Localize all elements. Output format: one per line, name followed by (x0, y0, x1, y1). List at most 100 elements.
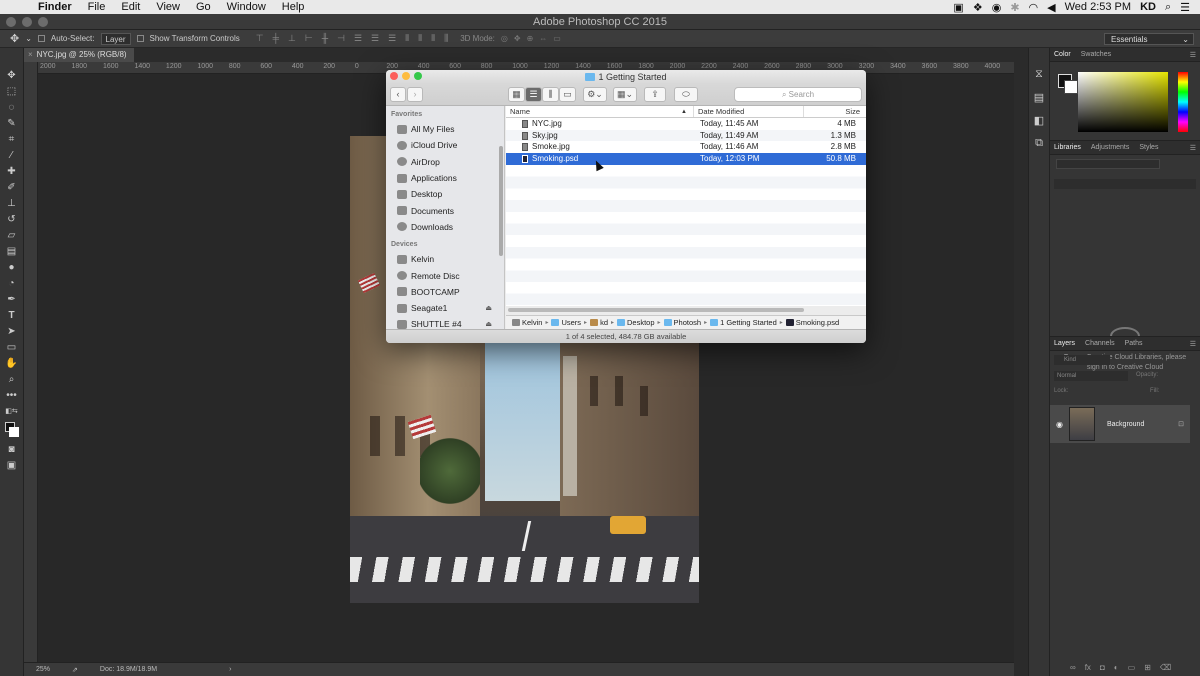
tags-button[interactable]: ⬭ (674, 87, 698, 102)
eject-icon[interactable]: ⏏ (485, 320, 492, 328)
pen-tool-icon[interactable]: ✒ (4, 294, 20, 306)
finder-search-field[interactable]: ⌕ Search (734, 87, 862, 102)
auto-select-checkbox[interactable] (37, 35, 45, 42)
close-tab-icon[interactable]: × (28, 50, 33, 59)
sidebar-item-all-my-files[interactable]: All My Files (386, 121, 504, 137)
finder-close-button[interactable] (390, 72, 398, 80)
move-tool-icon[interactable]: ✥ (4, 70, 20, 82)
gradient-tool-icon[interactable]: ▤ (4, 246, 20, 258)
status-menu-chevron-icon[interactable]: › (229, 666, 231, 673)
align-bottom-icon[interactable]: ⊥ (288, 33, 296, 44)
default-colors-icon[interactable]: ◧⇆ (4, 406, 20, 418)
align-right-icon[interactable]: ⊣ (337, 33, 345, 44)
sidebar-item-airdrop[interactable]: AirDrop (386, 154, 504, 170)
layer-background-row[interactable]: ◉ Background ⊡ (1050, 405, 1190, 443)
path-item-getting-started[interactable]: 1 Getting Started (710, 318, 777, 327)
column-header-date[interactable]: Date Modified (694, 106, 804, 117)
type-tool-icon[interactable]: T (4, 310, 20, 322)
menu-finder[interactable]: Finder (30, 0, 80, 14)
tab-styles[interactable]: Styles (1139, 144, 1158, 151)
layer-filter-kind[interactable]: Kind (1054, 355, 1110, 365)
adjustment-layer-icon[interactable]: ◐ (1114, 663, 1119, 672)
panel-menu-icon[interactable]: ☰ (1190, 340, 1200, 348)
sidebar-item-kelvin[interactable]: Kelvin (386, 251, 504, 267)
show-transform-checkbox[interactable] (136, 35, 144, 42)
file-list-horizontal-scrollbar[interactable] (508, 308, 804, 312)
menu-edit[interactable]: Edit (113, 0, 148, 14)
properties-panel-icon[interactable]: ▤ (1034, 91, 1044, 104)
auto-align-icon[interactable]: ⫼ (444, 33, 448, 44)
tab-channels[interactable]: Channels (1085, 340, 1115, 347)
menu-window[interactable]: Window (219, 0, 274, 14)
volume-icon[interactable]: ◀ (1047, 1, 1055, 14)
panel-menu-icon[interactable]: ☰ (1190, 51, 1200, 59)
action-gear-button[interactable]: ⚙⌄ (583, 87, 607, 102)
blend-mode-dropdown[interactable]: Normal (1054, 371, 1128, 381)
tool-preset-dropdown[interactable]: ⌄ (25, 34, 32, 43)
dropbox-icon[interactable]: ❖ (973, 1, 983, 14)
arrange-button[interactable]: ▦⌄ (613, 87, 637, 102)
background-color-swatch[interactable] (1064, 80, 1078, 94)
zoom-tool-icon[interactable]: ⌕ (4, 374, 20, 386)
align-top-icon[interactable]: ⊤ (256, 33, 264, 44)
sidebar-item-icloud-drive[interactable]: iCloud Drive (386, 137, 504, 153)
dodge-tool-icon[interactable]: ◔ (4, 278, 20, 290)
wifi-icon[interactable]: ◠ (1029, 1, 1039, 14)
hand-tool-icon[interactable]: ✋ (4, 358, 20, 370)
hue-slider[interactable] (1178, 72, 1188, 132)
bluetooth-icon[interactable]: ✱ (1010, 1, 1019, 14)
layer-name[interactable]: Background (1107, 421, 1144, 428)
sidebar-item-shuttle-4[interactable]: SHUTTLE #4 ⏏ (386, 316, 504, 329)
menu-file[interactable]: File (80, 0, 114, 14)
auto-select-target-dropdown[interactable]: Layer (100, 32, 131, 45)
link-layers-icon[interactable]: ∞ (1070, 663, 1076, 672)
path-item-users[interactable]: Users (551, 318, 581, 327)
file-row[interactable]: Smoke.jpg Today, 11:46 AM 2.8 MB (506, 141, 866, 153)
column-view-button[interactable]: ⫼ (542, 87, 559, 102)
file-row[interactable]: Sky.jpg Today, 11:49 AM 1.3 MB (506, 129, 866, 142)
creative-cloud-icon[interactable]: ◉ (992, 1, 1002, 14)
sidebar-item-documents[interactable]: Documents (386, 202, 504, 218)
tab-libraries[interactable]: Libraries (1054, 144, 1081, 151)
empty-list-area[interactable] (506, 164, 866, 305)
sidebar-item-remote-disc[interactable]: Remote Disc (386, 267, 504, 283)
color-picker-field[interactable] (1078, 72, 1168, 132)
menubar-clock[interactable]: Wed 2:53 PM (1065, 1, 1131, 13)
eraser-tool-icon[interactable]: ▱ (4, 230, 20, 242)
panel-menu-icon[interactable]: ☰ (1190, 144, 1200, 152)
blur-tool-icon[interactable]: ● (4, 262, 20, 274)
notification-center-icon[interactable]: ☰ (1180, 1, 1190, 14)
back-button[interactable]: ‹ (390, 87, 406, 102)
sidebar-item-seagate1[interactable]: Seagate1 ⏏ (386, 300, 504, 316)
tab-adjustments[interactable]: Adjustments (1091, 144, 1130, 151)
menu-help[interactable]: Help (274, 0, 313, 14)
sidebar-scrollbar[interactable] (499, 146, 503, 256)
align-left-icon[interactable]: ⊢ (305, 33, 313, 44)
move-tool-icon[interactable]: ✥ (10, 32, 19, 45)
menubar-user[interactable]: KD (1140, 1, 1156, 13)
more-tools-icon[interactable]: ••• (4, 390, 20, 402)
spotlight-icon[interactable]: ⌕ (1165, 1, 1171, 14)
ps-minimize-button[interactable] (22, 17, 32, 27)
ps-zoom-button[interactable] (38, 17, 48, 27)
tab-layers[interactable]: Layers (1054, 340, 1075, 347)
ps-close-button[interactable] (6, 17, 16, 27)
eject-icon[interactable]: ⏏ (485, 304, 492, 312)
shape-tool-icon[interactable]: ▭ (4, 342, 20, 354)
distribute-left-icon[interactable]: ⦀ (405, 33, 409, 44)
workspace-switcher[interactable]: Essentials ⌄ (1104, 33, 1194, 45)
finder-zoom-button[interactable] (414, 72, 422, 80)
add-mask-icon[interactable]: ◘ (1100, 663, 1105, 672)
cover-flow-button[interactable]: ▭ (559, 87, 576, 102)
path-item-desktop[interactable]: Desktop (617, 318, 655, 327)
distribute-right-icon[interactable]: ⦀ (431, 33, 435, 44)
new-layer-icon[interactable]: ⊞ (1144, 663, 1151, 672)
healing-tool-icon[interactable]: ✚ (4, 166, 20, 178)
zoom-level[interactable]: 25% (36, 666, 50, 673)
screen-record-icon[interactable]: ▣ (953, 1, 963, 14)
distribute-vcenter-icon[interactable]: ☰ (371, 33, 379, 44)
align-hcenter-icon[interactable]: ╫ (322, 33, 328, 44)
adjustments-panel-icon[interactable]: ◧ (1034, 114, 1044, 127)
file-row[interactable]: NYC.jpg Today, 11:45 AM 4 MB (506, 118, 866, 130)
library-search-input[interactable] (1054, 179, 1196, 189)
